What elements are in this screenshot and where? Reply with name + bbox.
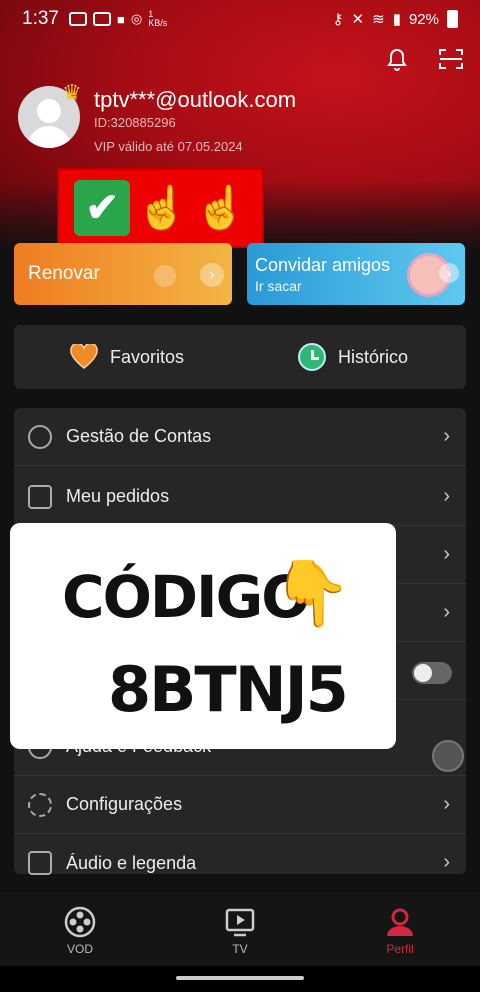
network-speed: 1 KB/s <box>148 9 168 28</box>
tab-vod[interactable]: VOD <box>0 892 160 966</box>
profile-icon <box>384 906 416 938</box>
tab-label: Perfil <box>386 942 414 956</box>
invite-label: Convidar amigos <box>255 255 391 275</box>
battery-percent: 92% <box>408 10 439 28</box>
signal-icon: ▮ <box>392 11 401 28</box>
battery-icon <box>447 10 458 28</box>
status-notification-icons: ■ ◎ 1 KB/s <box>68 9 168 28</box>
key-icon: ⚷ <box>332 11 344 28</box>
avatar-head <box>37 99 61 123</box>
pointing-down-icon: 👇 <box>272 557 352 629</box>
status-bar: 1:37 ■ ◎ 1 KB/s ⚷ ✕ ≋ ▮ 92% <box>0 0 480 38</box>
pointing-up-icon: ☝️ <box>194 183 247 231</box>
subtitle-icon <box>28 851 52 875</box>
avatar-body <box>27 126 71 148</box>
scan-icon[interactable] <box>438 46 464 72</box>
history-label: Histórico <box>337 346 408 367</box>
account-icon <box>28 424 52 449</box>
heart-icon <box>70 342 98 370</box>
chevron-right-icon: › <box>443 851 450 873</box>
menu-item-account[interactable]: Gestão de Contas › <box>14 408 466 466</box>
chevron-right-icon: › <box>443 601 450 623</box>
menu-item-orders[interactable]: Meu pedidos › <box>14 468 466 526</box>
sync-icon: ◎ <box>130 11 143 26</box>
gear-icon <box>28 792 52 817</box>
menu-item-settings[interactable]: Configurações › <box>14 776 466 834</box>
clock-icon <box>297 343 326 371</box>
quick-links: Favoritos Histórico <box>14 325 466 389</box>
message-icon <box>68 12 87 26</box>
bell-icon[interactable] <box>384 46 410 72</box>
favorites-button[interactable]: Favoritos <box>14 325 240 389</box>
chevron-right-icon: › <box>443 425 450 447</box>
promo-code-card: CÓDIGO 👇 8BTNJ5 <box>10 523 396 749</box>
image-icon <box>92 12 111 26</box>
tv-play-icon <box>224 906 256 938</box>
decor-dot <box>154 265 176 287</box>
menu-item-label: Gestão de Contas <box>66 426 212 446</box>
user-id: ID:320885296 <box>94 115 176 130</box>
favorites-label: Favoritos <box>109 346 185 367</box>
tab-label: TV <box>232 942 248 956</box>
renew-banner[interactable]: Renovar › <box>14 243 232 305</box>
tab-tv[interactable]: TV <box>160 892 320 966</box>
tab-profile[interactable]: Perfil <box>320 892 480 966</box>
toggle-switch[interactable] <box>412 662 452 684</box>
vip-crown-icon: ♛ <box>62 80 82 105</box>
emoji-sticker: ✔ ☝️ ☝️ <box>57 168 264 248</box>
renew-label: Renovar <box>28 263 100 284</box>
floating-assistive-button[interactable] <box>432 740 464 772</box>
chevron-right-icon: › <box>443 485 450 507</box>
chevron-right-icon: › <box>443 793 450 815</box>
pointing-up-icon: ☝️ <box>136 183 189 231</box>
header-actions <box>384 46 464 72</box>
system-nav-bar <box>0 966 480 992</box>
history-button[interactable]: Histórico <box>240 325 466 389</box>
menu-item-label: Meu pedidos <box>66 486 170 506</box>
menu-item-label: Áudio e legenda <box>66 852 197 873</box>
wifi-icon: ≋ <box>372 11 385 28</box>
menu-item-label: Configurações <box>66 794 183 814</box>
chevron-right-icon: › <box>443 543 450 565</box>
film-reel-icon <box>64 906 96 938</box>
invite-banner[interactable]: Convidar amigos Ir sacar › <box>247 243 465 305</box>
home-indicator[interactable] <box>176 976 304 980</box>
vip-status: VIP válido até 07.05.2024 <box>94 139 243 154</box>
code-value: 8BTNJ5 <box>108 653 349 726</box>
user-email: tptv***@outlook.com <box>94 87 297 112</box>
status-time: 1:37 <box>22 8 59 29</box>
checkmark-icon: ✔ <box>74 180 131 236</box>
tab-label: VOD <box>66 942 93 956</box>
chevron-right-icon: › <box>439 263 459 283</box>
status-system-icons: ⚷ ✕ ≋ ▮ 92% <box>333 10 458 28</box>
bottom-tab-bar: VOD TV Perfil <box>0 892 480 966</box>
chevron-right-icon: › <box>200 263 224 287</box>
menu-item-audio[interactable]: Áudio e legenda › <box>14 834 466 892</box>
mute-icon: ✕ <box>351 11 365 28</box>
invite-sub: Ir sacar <box>255 278 302 294</box>
orders-icon <box>28 484 52 509</box>
video-icon: ■ <box>116 11 125 27</box>
